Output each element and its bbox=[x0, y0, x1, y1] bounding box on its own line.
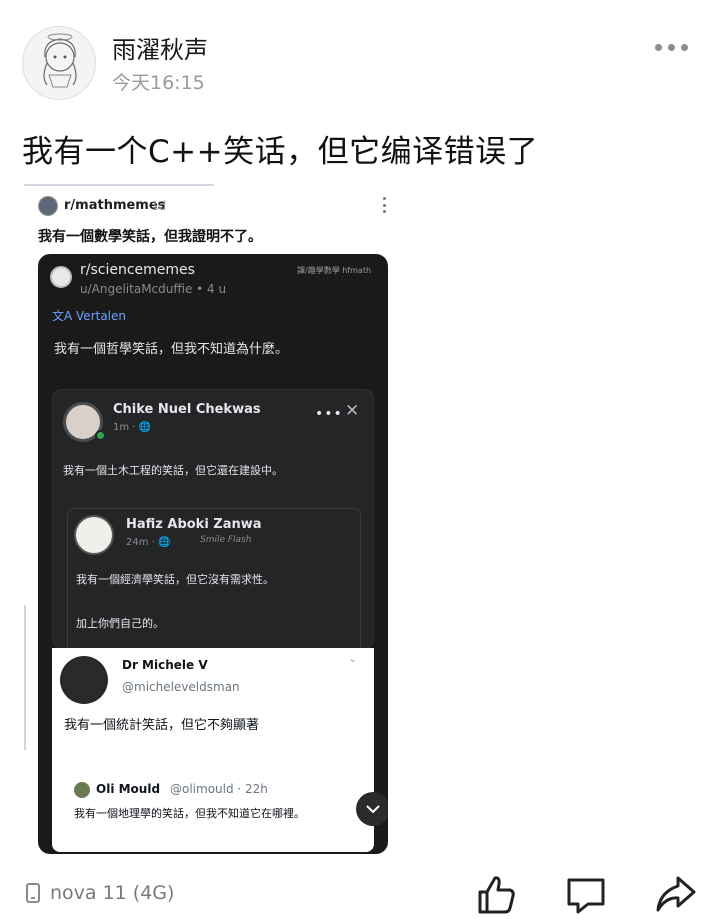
facebook-meta: 1m · 🌐 bbox=[113, 422, 152, 433]
share-icon bbox=[656, 876, 696, 912]
nested-author: Hafiz Aboki Zanwa bbox=[126, 517, 262, 532]
post-title: 我有一个C++笑话，但它编译错误了 bbox=[22, 134, 539, 170]
ellipsis-icon: ••• bbox=[315, 406, 343, 422]
nested-facebook-post: Hafiz Aboki Zanwa 24m · 🌐 Smile Flash 我有… bbox=[67, 508, 361, 658]
economics-joke: 我有一個經濟學笑話，但它沒有需求性。 bbox=[76, 573, 274, 586]
tweet-card: Dr Michele V @micheleveldsman ⌄ 我有一個統計笑話… bbox=[52, 648, 388, 852]
sciencememes-user: u/AngelitaMcduffie • 4 u bbox=[80, 282, 227, 296]
thumbs-up-icon bbox=[478, 876, 515, 914]
quote-avatar bbox=[74, 782, 90, 798]
post-age: 1d bbox=[151, 199, 167, 213]
reddit-caption: 我有一個數學笑話，但我證明不了。 bbox=[38, 229, 262, 245]
tweet-avatar bbox=[60, 656, 108, 704]
sciencememes-icon bbox=[50, 266, 72, 288]
comment-icon bbox=[567, 878, 605, 914]
like-button[interactable] bbox=[474, 872, 518, 916]
tweet-handle: @micheleveldsman bbox=[122, 680, 240, 694]
statistics-joke: 我有一個統計笑話，但它不夠顯著 bbox=[64, 718, 260, 733]
facebook-author: Chike Nuel Chekwas bbox=[113, 402, 261, 417]
add-your-own: 加上你們自己的。 bbox=[76, 617, 164, 630]
share-button[interactable] bbox=[654, 872, 698, 916]
subreddit-icon bbox=[38, 196, 58, 216]
kebab-menu-icon bbox=[381, 197, 387, 213]
translator-tag: 譯/趣學數學 hfmath bbox=[297, 266, 372, 275]
device-name: nova 11 (4G) bbox=[50, 882, 175, 904]
quote-meta: @olimould · 22h bbox=[170, 782, 268, 796]
avatar-illustration bbox=[43, 33, 77, 88]
nested-avatar bbox=[74, 515, 114, 555]
post-time: 今天16:15 bbox=[112, 72, 205, 94]
quote-author: Oli Mould bbox=[96, 782, 161, 796]
phone-icon bbox=[26, 883, 40, 903]
comment-button[interactable] bbox=[564, 872, 608, 916]
meme-image[interactable]: r/sciencememes u/AngelitaMcduffie • 4 u … bbox=[38, 254, 388, 854]
image-divider bbox=[24, 184, 214, 186]
close-icon: ✕ bbox=[345, 401, 360, 421]
chevron-down-icon bbox=[366, 805, 380, 814]
author-name[interactable]: 雨濯秋声 bbox=[112, 30, 208, 65]
philosophy-joke: 我有一個哲學笑話，但我不知道為什麼。 bbox=[54, 342, 289, 357]
translate-link: 文A Vertalen bbox=[52, 307, 126, 324]
facebook-post: Chike Nuel Chekwas 1m · 🌐 ••• ✕ 我有一個土木工程… bbox=[52, 389, 374, 658]
scroll-down-button bbox=[356, 792, 388, 826]
device-info: nova 11 (4G) bbox=[26, 882, 174, 904]
online-status-dot bbox=[95, 430, 106, 441]
geography-joke: 我有一個地理學的笑話，但我不知道它在哪裡。 bbox=[74, 807, 305, 820]
translate-icon: 文A bbox=[52, 309, 77, 323]
chevron-down-icon: ⌄ bbox=[348, 652, 358, 665]
nested-meta: 24m · 🌐 bbox=[126, 537, 171, 548]
translate-label: Vertalen bbox=[76, 309, 127, 323]
civil-engineering-joke: 我有一個土木工程的笑話，但它還在建設中。 bbox=[63, 464, 283, 477]
image-edge-line bbox=[24, 605, 26, 750]
nested-signature: Smile Flash bbox=[200, 535, 252, 545]
author-avatar[interactable] bbox=[22, 26, 96, 100]
tweet-author: Dr Michele V bbox=[122, 658, 208, 672]
more-options-icon[interactable] bbox=[655, 38, 695, 56]
sciencememes-subreddit: r/sciencememes bbox=[80, 262, 195, 278]
